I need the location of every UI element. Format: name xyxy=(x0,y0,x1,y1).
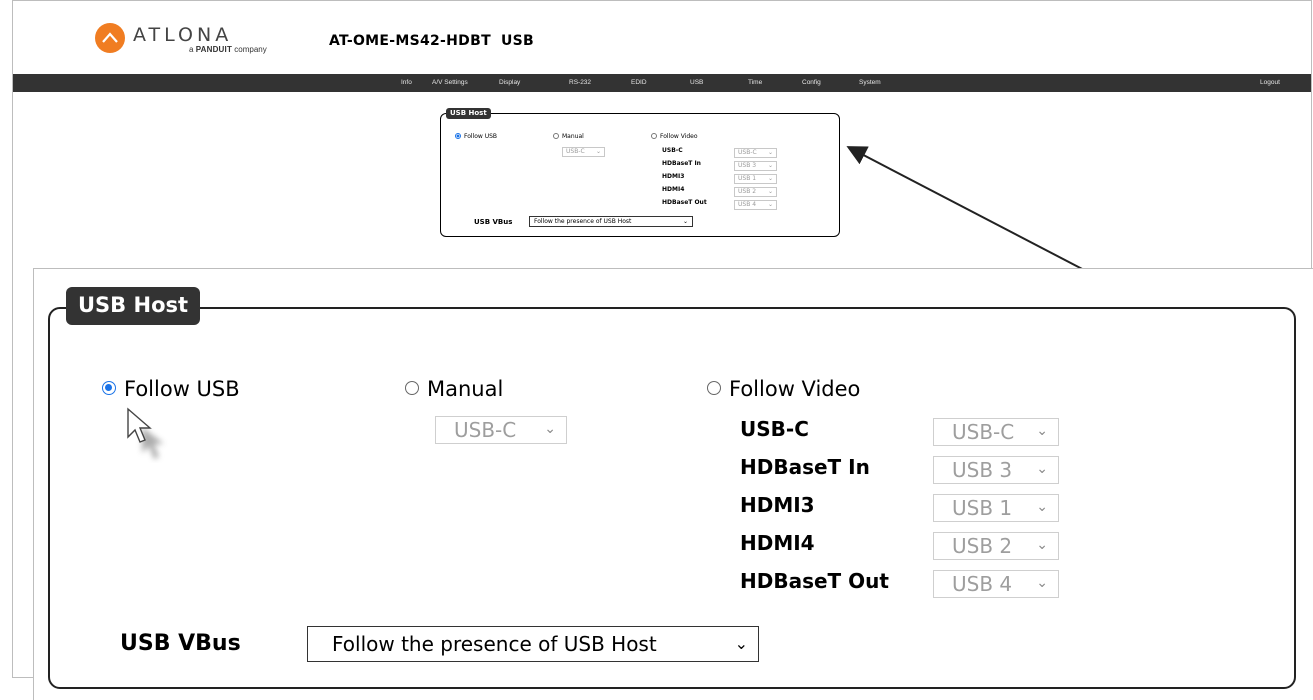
zoom-callout: USB Host Follow USB Manual Follow Video … xyxy=(33,268,1313,700)
chevron-down-icon: ⌄ xyxy=(1036,461,1048,477)
row-label-hdmi3: HDMI3 xyxy=(740,493,815,517)
select-hdmi3[interactable]: USB 1 ⌄ xyxy=(933,494,1059,522)
vbus-label: USB VBus xyxy=(120,631,241,656)
radio-manual[interactable]: Manual xyxy=(405,377,503,401)
row-label-hdbaset-out: HDBaseT Out xyxy=(740,569,889,593)
usb-host-title: USB Host xyxy=(66,287,201,325)
chevron-down-icon: ⌄ xyxy=(1036,499,1048,515)
vbus-select[interactable]: Follow the presence of USB Host ⌄ xyxy=(307,626,759,662)
select-hdmi4[interactable]: USB 2 ⌄ xyxy=(933,532,1059,560)
radio-icon xyxy=(405,381,419,395)
chevron-down-icon: ⌄ xyxy=(734,634,748,653)
usb-host-panel: USB Host Follow USB Manual Follow Video … xyxy=(48,287,1296,689)
radio-icon xyxy=(707,381,721,395)
chevron-down-icon: ⌄ xyxy=(1036,575,1048,591)
mouse-pointer-icon xyxy=(127,407,164,459)
chevron-down-icon: ⌄ xyxy=(1036,537,1048,553)
manual-select[interactable]: USB-C ⌄ xyxy=(435,416,567,444)
select-hdbaset-in[interactable]: USB 3 ⌄ xyxy=(933,456,1059,484)
radio-follow-usb[interactable]: Follow USB xyxy=(102,377,240,401)
chevron-down-icon: ⌄ xyxy=(544,421,556,437)
select-usb-c[interactable]: USB-C ⌄ xyxy=(933,418,1059,446)
row-label-hdmi4: HDMI4 xyxy=(740,531,815,555)
radio-follow-video[interactable]: Follow Video xyxy=(707,377,860,401)
select-hdbaset-out[interactable]: USB 4 ⌄ xyxy=(933,570,1059,598)
row-label-hdbaset-in: HDBaseT In xyxy=(740,455,870,479)
radio-selected-icon xyxy=(102,381,116,395)
row-label-usb-c: USB-C xyxy=(740,417,809,441)
chevron-down-icon: ⌄ xyxy=(1036,423,1048,439)
